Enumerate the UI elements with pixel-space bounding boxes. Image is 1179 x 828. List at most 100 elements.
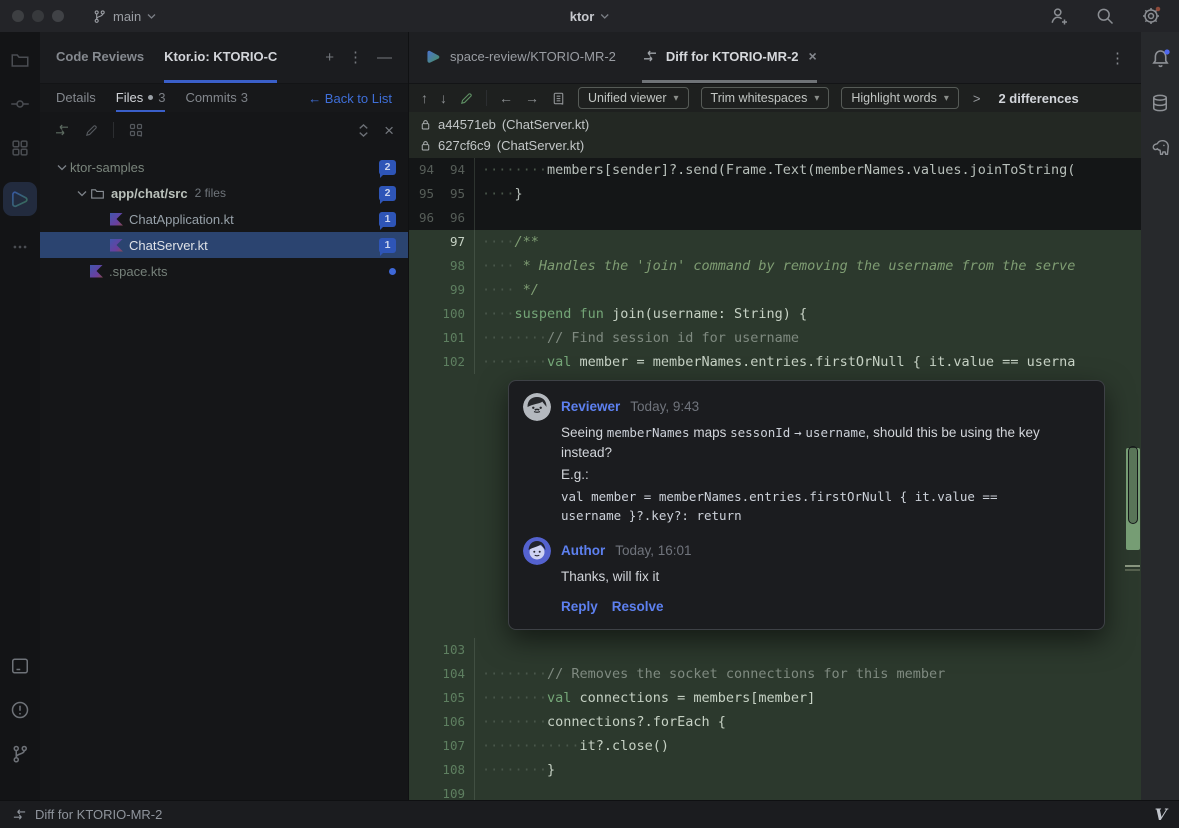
close-panel-icon[interactable]: × — [384, 122, 394, 139]
code-line[interactable]: 9494 ········members[sender]?.send(Frame… — [409, 158, 1141, 182]
code-line[interactable]: 100 ····suspend fun join(username: Strin… — [409, 302, 1141, 326]
panel-menu-kebab-icon[interactable]: ⋮ — [348, 50, 363, 65]
editor-scrollbar-thumb[interactable] — [1128, 446, 1138, 524]
close-tab-icon[interactable]: × — [809, 48, 817, 64]
more-options-chevron[interactable]: > — [973, 91, 981, 106]
subtab-details[interactable]: Details — [56, 84, 96, 112]
window-close-button[interactable] — [12, 10, 24, 22]
expand-collapse-icon[interactable] — [357, 123, 370, 138]
code-line[interactable]: 108 ········} — [409, 758, 1141, 782]
comment-count-badge[interactable]: 1 — [379, 212, 396, 227]
back-icon[interactable]: ← — [499, 91, 513, 105]
next-difference-icon[interactable]: ↓ — [440, 91, 447, 105]
changed-files-tree: ktor-samples 2 app/chat/src 2 files 2 Ch… — [40, 154, 408, 284]
modules-icon[interactable] — [10, 138, 30, 158]
resolve-link[interactable]: Resolve — [612, 597, 664, 617]
comment-count-badge[interactable]: 2 — [379, 160, 396, 175]
highlight-dropdown[interactable]: Highlight words ▾ — [841, 87, 959, 109]
comment-count-badge[interactable]: 1 — [379, 238, 396, 253]
tab-review-ktorio[interactable]: Ktor.io: KTORIO-C — [164, 32, 277, 83]
previous-difference-icon[interactable]: ↑ — [421, 91, 428, 105]
code-line[interactable]: 99 ···· */ — [409, 278, 1141, 302]
tree-item[interactable]: ChatApplication.kt 1 — [40, 206, 408, 232]
forward-icon[interactable]: → — [525, 91, 539, 105]
add-tab-button[interactable]: + — [325, 50, 334, 65]
code-line[interactable]: 101 ········// Find session id for usern… — [409, 326, 1141, 350]
old-line-number — [409, 734, 440, 758]
notifications-bell-icon[interactable] — [1150, 48, 1171, 69]
database-icon[interactable] — [1150, 93, 1170, 113]
settings-gear-icon[interactable] — [1141, 6, 1161, 26]
group-by-icon[interactable] — [128, 122, 144, 138]
comment-author-name[interactable]: Reviewer — [561, 397, 620, 417]
tab-diff[interactable]: Diff for KTORIO-MR-2 × — [642, 32, 817, 83]
code-line[interactable]: 9595 ····} — [409, 182, 1141, 206]
file-list-icon[interactable] — [551, 91, 566, 106]
reply-link[interactable]: Reply — [561, 597, 598, 617]
file-type-icon — [90, 186, 105, 201]
new-line-number: 98 — [440, 254, 471, 278]
code-token: member = memberNames.entries.firstOrNull… — [580, 354, 1076, 370]
project-selector[interactable]: ktor — [570, 9, 610, 24]
tree-item[interactable]: ktor-samples 2 — [40, 154, 408, 180]
branch-selector[interactable]: main — [92, 9, 156, 24]
code-line[interactable]: 102 ········val member = memberNames.ent… — [409, 350, 1141, 374]
tree-item[interactable]: app/chat/src 2 files 2 — [40, 180, 408, 206]
edit-pencil-icon[interactable] — [84, 123, 99, 138]
code-token: /** — [515, 234, 539, 250]
code-line[interactable]: 103 — [409, 638, 1141, 662]
terminal-icon[interactable] — [10, 656, 30, 676]
window-minimize-button[interactable] — [32, 10, 44, 22]
unread-dot — [389, 268, 396, 275]
diff-editor: space-review/KTORIO-MR-2 Diff for KTORIO… — [408, 32, 1141, 800]
chevron-down-icon[interactable] — [74, 190, 90, 197]
problems-icon[interactable] — [10, 700, 30, 720]
window-zoom-button[interactable] — [52, 10, 64, 22]
viewer-mode-dropdown[interactable]: Unified viewer ▾ — [578, 87, 689, 109]
space-tool-active[interactable] — [3, 182, 37, 216]
code-line[interactable]: 109 — [409, 782, 1141, 800]
new-line-number: 95 — [440, 182, 471, 206]
whitespace-dropdown[interactable]: Trim whitespaces ▾ — [701, 87, 830, 109]
commit-ref[interactable]: a44571eb (ChatServer.kt) — [419, 114, 1131, 135]
code-line[interactable]: 105 ········val connections = members[me… — [409, 686, 1141, 710]
code-token: members[sender]?.send(Frame.Text(memberN… — [547, 162, 1075, 178]
diff-toolbar: ↑ ↓ ← → Unified viewer ▾ Trim whitespace… — [409, 84, 1141, 112]
new-line-number: 101 — [440, 326, 471, 350]
tab-space-review[interactable]: space-review/KTORIO-MR-2 — [425, 32, 616, 83]
chevron-down-icon[interactable] — [54, 164, 70, 171]
editor-menu-kebab-icon[interactable]: ⋮ — [1110, 49, 1125, 67]
code-token: val — [547, 690, 580, 706]
more-tools-icon[interactable] — [11, 238, 29, 256]
file-type-icon — [110, 213, 123, 226]
inline-code: → — [794, 425, 802, 440]
search-icon[interactable] — [1095, 6, 1115, 26]
add-collaborator-icon[interactable] — [1049, 6, 1069, 26]
hide-panel-button[interactable]: — — [377, 50, 392, 65]
files-folder-icon[interactable] — [10, 50, 30, 70]
commits-icon[interactable] — [10, 94, 30, 114]
code-line[interactable]: 107 ············it?.close() — [409, 734, 1141, 758]
git-branch-icon[interactable] — [10, 744, 30, 764]
review-subtab-bar: Details Files 3 Commits 3 ← Back to List — [40, 84, 408, 112]
old-line-number: 94 — [409, 158, 440, 182]
code-line[interactable]: 98 ···· * Handles the 'join' command by … — [409, 254, 1141, 278]
code-line[interactable]: 104 ········// Removes the socket connec… — [409, 662, 1141, 686]
code-line[interactable]: 106 ········connections?.forEach { — [409, 710, 1141, 734]
back-to-list-link[interactable]: ← Back to List — [308, 91, 392, 106]
comment-count-badge[interactable]: 2 — [379, 186, 396, 201]
code-line[interactable]: 97 ····/** — [409, 230, 1141, 254]
subtab-commits[interactable]: Commits 3 — [185, 84, 248, 112]
show-diff-icon[interactable] — [54, 122, 70, 138]
tree-item[interactable]: .space.kts — [40, 258, 408, 284]
comment-author-name[interactable]: Author — [561, 541, 605, 561]
subtab-files[interactable]: Files 3 — [116, 84, 166, 112]
old-line-number — [409, 302, 440, 326]
edit-pencil-icon[interactable] — [459, 91, 474, 106]
tab-code-reviews[interactable]: Code Reviews — [56, 32, 144, 83]
tree-item[interactable]: ChatServer.kt 1 — [40, 232, 408, 258]
code-line[interactable]: 9696 — [409, 206, 1141, 230]
commit-ref[interactable]: 627cf6c9 (ChatServer.kt) — [419, 135, 1131, 156]
file-type-icon — [90, 265, 103, 278]
gradle-elephant-icon[interactable] — [1150, 137, 1171, 158]
